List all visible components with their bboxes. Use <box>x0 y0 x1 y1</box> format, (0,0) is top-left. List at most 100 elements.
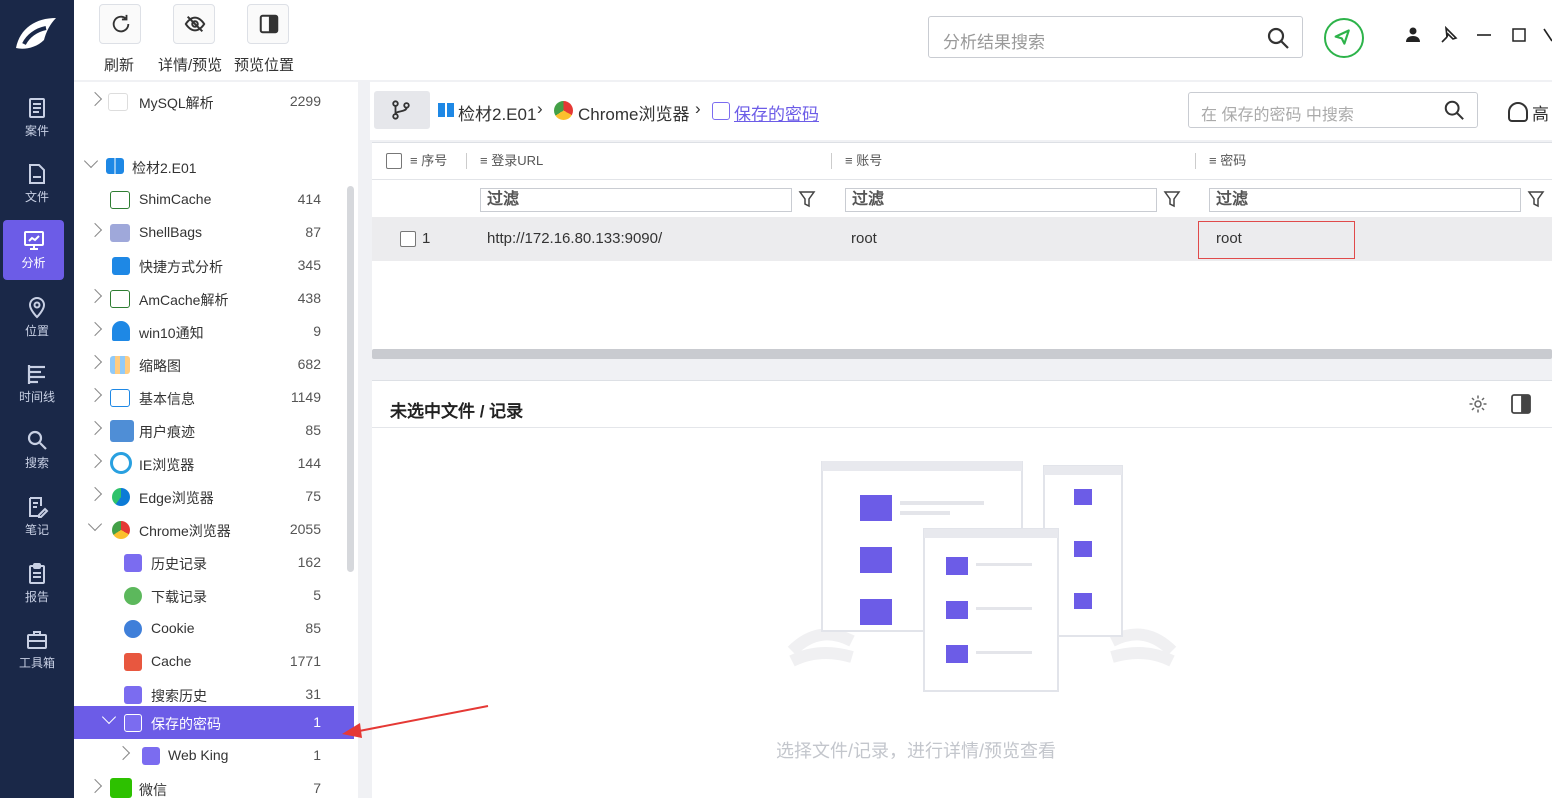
tree-item-count: 9 <box>313 323 321 339</box>
breadcrumb-saved-passwords[interactable]: 保存的密码 <box>734 100 819 125</box>
tree-item-user-traces[interactable]: 用户痕迹 85 <box>74 414 354 447</box>
nav-item-search[interactable]: 搜索 <box>0 420 74 480</box>
chevron-right-icon[interactable] <box>87 288 103 304</box>
panel-right-icon[interactable] <box>1510 393 1532 415</box>
breadcrumb-chrome[interactable]: Chrome浏览器 <box>578 100 689 125</box>
nav-item-report[interactable]: 报告 <box>0 554 74 614</box>
filter-icon[interactable] <box>1163 189 1181 209</box>
chevron-right-icon[interactable] <box>87 453 103 469</box>
url-filter-input[interactable]: 过滤 <box>480 188 792 212</box>
gear-icon[interactable] <box>1468 394 1488 414</box>
file-icon <box>29 164 45 184</box>
tree-item-win10-notify[interactable]: win10通知 9 <box>74 315 354 348</box>
nav-item-analysis[interactable]: 分析 <box>3 220 64 280</box>
row-url[interactable]: http://172.16.80.133:9090/ <box>487 230 662 247</box>
breadcrumb-evidence[interactable]: 检材2.E01 <box>458 100 536 125</box>
wechat-icon <box>110 778 132 798</box>
tree-item-evidence[interactable]: 检材2.E01 <box>74 150 354 183</box>
maximize-icon[interactable] <box>1510 26 1528 44</box>
tree-scrollbar[interactable] <box>347 186 354 572</box>
chevron-right-icon[interactable] <box>87 778 103 794</box>
tree-item-thumbnail[interactable]: 缩略图 682 <box>74 348 354 381</box>
tree-item-count: 438 <box>297 290 321 306</box>
nav-item-file[interactable]: 文件 <box>0 154 74 214</box>
select-all-checkbox[interactable] <box>386 153 402 169</box>
tree-item-shimcache[interactable]: ShimCache 414 <box>74 183 354 216</box>
tree-item-label: 检材2.E01 <box>132 160 197 176</box>
close-icon[interactable] <box>1542 26 1552 44</box>
chevron-right-icon[interactable] <box>87 222 103 238</box>
refresh-icon <box>112 14 130 33</box>
tree-item-amcache[interactable]: AmCache解析 438 <box>74 282 354 315</box>
chevron-down-icon[interactable] <box>83 153 99 169</box>
global-search-placeholder: 分析结果搜索 <box>943 33 1045 52</box>
tree-item-history[interactable]: 历史记录 162 <box>74 546 354 579</box>
edge-browser-icon <box>112 488 130 506</box>
table-row[interactable]: 1 http://172.16.80.133:9090/ root root <box>372 217 1552 261</box>
toggle-detail-preview-button[interactable] <box>173 4 215 44</box>
highlight-annotation-box <box>1198 221 1355 259</box>
advanced-search-icon[interactable] <box>1508 102 1528 122</box>
branch-toggle-button[interactable] <box>374 91 430 129</box>
chevron-right-icon[interactable] <box>87 91 103 107</box>
tree-item-wechat[interactable]: 微信 7 <box>74 772 354 798</box>
chevron-down-icon[interactable] <box>87 516 103 532</box>
chevron-right-icon[interactable] <box>87 354 103 370</box>
tree-item-cache[interactable]: Cache 1771 <box>74 645 354 678</box>
horizontal-scrollbar[interactable] <box>372 349 1552 359</box>
column-header-url[interactable]: ≡ 登录URL <box>480 143 543 179</box>
tree-item-cookie[interactable]: Cookie 85 <box>74 612 354 645</box>
nav-item-timeline[interactable]: 时间线 <box>0 354 74 414</box>
tree-item-saved-passwords[interactable]: 保存的密码 1 <box>74 706 354 739</box>
saved-password-icon <box>124 714 142 732</box>
filter-icon[interactable] <box>1527 189 1545 209</box>
location-icon <box>28 297 46 319</box>
tree-item-chrome[interactable]: Chrome浏览器 2055 <box>74 513 354 546</box>
folder-icon <box>110 224 130 242</box>
refresh-button[interactable] <box>99 4 141 44</box>
global-search-input[interactable]: 分析结果搜索 <box>928 16 1303 58</box>
nav-item-location[interactable]: 位置 <box>0 288 74 348</box>
row-account[interactable]: root <box>851 230 877 247</box>
minimize-icon[interactable] <box>1475 26 1493 44</box>
tree-item-shellbags[interactable]: ShellBags 87 <box>74 216 354 249</box>
chrome-browser-icon <box>554 101 573 120</box>
chevron-right-icon[interactable] <box>87 321 103 337</box>
nav-item-notes[interactable]: 笔记 <box>0 487 74 547</box>
column-header-password[interactable]: ≡ 密码 <box>1209 143 1246 179</box>
tree-item-basic-info[interactable]: 基本信息 1149 <box>74 381 354 414</box>
account-filter-input[interactable]: 过滤 <box>845 188 1157 212</box>
timeline-icon <box>27 365 45 384</box>
password-filter-input[interactable]: 过滤 <box>1209 188 1521 212</box>
chevron-down-icon[interactable] <box>101 709 117 725</box>
tree-item-shortcut[interactable]: 快捷方式分析 345 <box>74 249 354 282</box>
chevron-right-icon[interactable] <box>115 745 131 761</box>
detail-divider <box>372 427 1552 428</box>
chevron-right-icon[interactable] <box>87 486 103 502</box>
row-checkbox[interactable] <box>400 231 416 247</box>
search-icon[interactable] <box>1443 99 1465 121</box>
column-header-index[interactable]: ≡ 序号 <box>410 143 447 179</box>
shield-status-icon[interactable] <box>1324 18 1364 58</box>
chevron-right-icon[interactable] <box>87 420 103 436</box>
column-header-account[interactable]: ≡ 账号 <box>845 143 882 179</box>
nav-label: 分析 <box>21 256 46 270</box>
user-icon[interactable] <box>1404 26 1422 44</box>
pin-icon[interactable] <box>1440 26 1458 44</box>
tree-item-mysql[interactable]: MySQL解析 2299 <box>74 85 354 118</box>
nav-item-toolbox[interactable]: 工具箱 <box>0 620 74 680</box>
nav-item-case[interactable]: 案件 <box>0 88 74 148</box>
filter-icon[interactable] <box>798 189 816 209</box>
chevron-right-icon[interactable] <box>87 387 103 403</box>
case-icon <box>29 98 45 118</box>
preview-position-button[interactable] <box>247 4 289 44</box>
tree-item-label: Cookie <box>151 620 195 636</box>
advanced-label[interactable]: 高 <box>1532 100 1549 125</box>
search-icon[interactable] <box>1266 26 1290 50</box>
tree-item-edge[interactable]: Edge浏览器 75 <box>74 480 354 513</box>
tree-item-ie[interactable]: IE浏览器 144 <box>74 447 354 480</box>
tree-item-downloads[interactable]: 下载记录 5 <box>74 579 354 612</box>
inner-search-input[interactable]: 在 保存的密码 中搜索 <box>1188 92 1478 128</box>
header-divider <box>372 179 1552 180</box>
results-grid: ≡ 序号 ≡ 登录URL ≡ 账号 ≡ 密码 过滤 过滤 过滤 1 http:/… <box>372 142 1552 359</box>
